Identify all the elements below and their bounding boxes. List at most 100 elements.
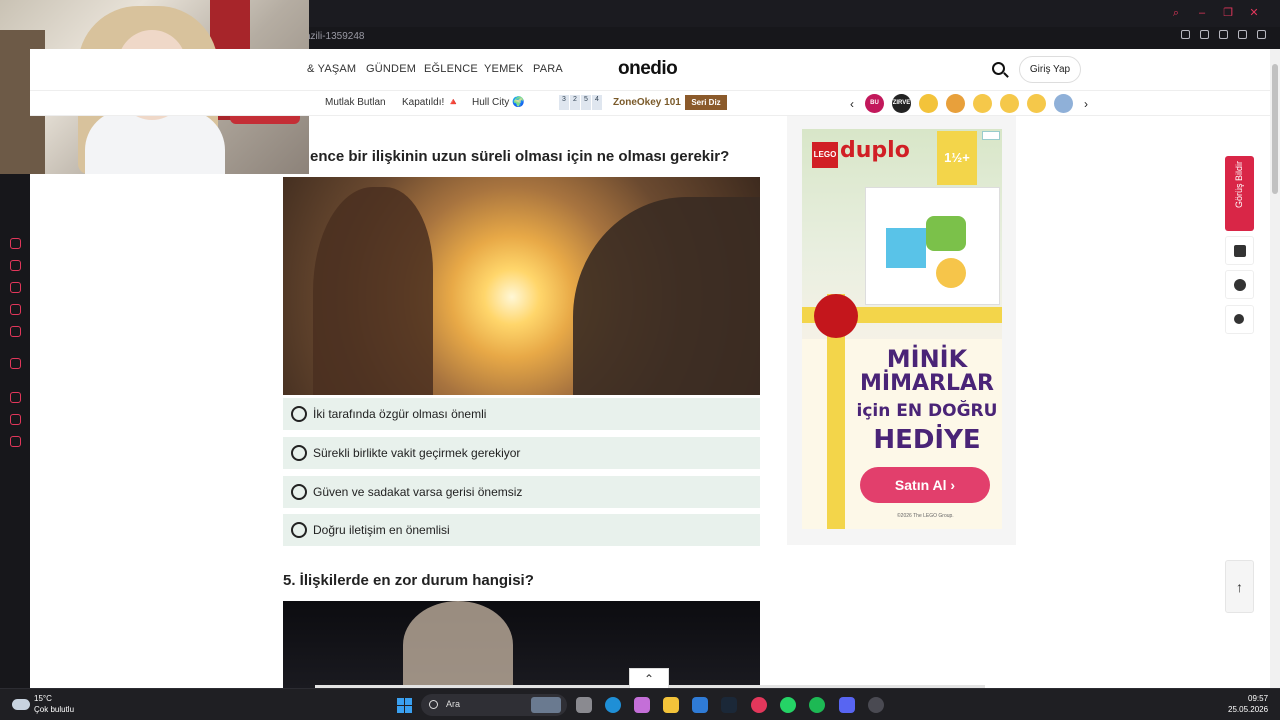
radio-icon[interactable] [291, 484, 307, 500]
search-icon [429, 700, 438, 709]
chevron-right-icon[interactable]: › [1081, 97, 1091, 111]
trending-item[interactable]: Mutlak Butlan [325, 97, 386, 108]
search-icon[interactable]: ⌕ [1170, 7, 1182, 19]
image-figure [403, 601, 513, 689]
taskbar-search[interactable]: Ara [421, 694, 567, 716]
nav-item-yemek[interactable]: YEMEK [484, 63, 524, 75]
sad-emoji-icon[interactable] [1000, 94, 1019, 113]
nav-item-yasam[interactable]: & YAŞAM [307, 63, 356, 75]
answer-option-text: Doğru iletişim en önemlisi [313, 523, 450, 537]
steam-icon[interactable] [721, 697, 737, 713]
edge-icon[interactable] [605, 697, 621, 713]
smile-emoji-icon[interactable] [1027, 94, 1046, 113]
bot-icon[interactable] [10, 282, 21, 293]
refresh-icon[interactable] [10, 260, 21, 271]
zirve-icon[interactable]: ZIRVE MI? [892, 94, 911, 125]
toy-block [926, 216, 966, 251]
pin-icon[interactable] [1181, 30, 1190, 39]
messages-icon[interactable] [10, 238, 21, 249]
clock-date[interactable]: 25.05.2026 [1228, 705, 1268, 714]
radio-icon[interactable] [291, 406, 307, 422]
answer-option[interactable]: İki tarafında özgür olması önemli [283, 398, 760, 430]
screenshot-icon[interactable] [1200, 30, 1209, 39]
feedback-label: Görüş Bildir [1234, 161, 1244, 209]
address-bar[interactable]: yazili-1359248 [300, 28, 1170, 46]
answer-option[interactable]: Doğru iletişim en önemlisi [283, 514, 760, 546]
heart-eyes-emoji-icon[interactable] [973, 94, 992, 113]
seri-diz-badge[interactable]: Seri Diz [685, 95, 727, 110]
lego-duplo-ad[interactable]: LEGO duplo 1½+ MİNİK MİMARLAR için EN DO… [802, 129, 1002, 529]
search-highlight-image [531, 697, 561, 713]
task-view-icon[interactable] [576, 697, 592, 713]
file-explorer-icon[interactable] [663, 697, 679, 713]
player-icon[interactable] [10, 392, 21, 403]
next-question-image [283, 601, 760, 689]
radio-icon[interactable] [291, 522, 307, 538]
search-icon[interactable] [992, 62, 1005, 75]
nav-item-gundem[interactable]: GÜNDEM [366, 63, 416, 75]
trending-item[interactable]: Hull City 🌍 [472, 97, 524, 108]
answer-option[interactable]: Sürekli birlikte vakit geçirmek gerekiyo… [283, 437, 760, 469]
chevron-left-icon[interactable]: ‹ [847, 97, 857, 111]
shield-icon[interactable] [1219, 30, 1228, 39]
close-icon[interactable]: ✕ [1248, 7, 1260, 19]
site-logo[interactable]: onedio [618, 58, 678, 80]
page-scrollbar[interactable] [1270, 49, 1280, 688]
comments-button[interactable] [1225, 270, 1254, 299]
wallet-icon[interactable] [10, 304, 21, 315]
back-to-top-button[interactable]: ↑ [1225, 560, 1254, 613]
trending-item[interactable]: Kapatıldı! 🔺 [402, 97, 459, 108]
extension-icons [1181, 30, 1266, 39]
clock-time[interactable]: 09:57 [1248, 694, 1268, 703]
history-icon[interactable] [10, 414, 21, 425]
bookmark-icon [1234, 245, 1246, 257]
login-button[interactable]: Giriş Yap [1019, 56, 1081, 83]
zone-digit: 3 [559, 95, 569, 110]
duplo-logo: duplo [840, 138, 910, 163]
cookie-emoji-icon[interactable] [946, 94, 965, 113]
whatsapp-icon[interactable] [780, 697, 796, 713]
minimize-icon[interactable]: – [1196, 7, 1208, 19]
store-icon[interactable] [692, 697, 708, 713]
ad-headline: HEDİYE [873, 425, 981, 455]
bookmark-button[interactable] [1225, 236, 1254, 265]
obs-icon[interactable] [868, 697, 884, 713]
share-button[interactable] [1225, 305, 1254, 334]
weather-desc: Çok bulutlu [34, 705, 75, 714]
image-figure-left [313, 187, 433, 395]
twitch-icon[interactable] [10, 358, 21, 369]
age-badge: 1½+ [937, 131, 977, 185]
site-header: & YAŞAM GÜNDEM EĞLENCE YEMEK PARA onedio… [30, 49, 1270, 91]
nav-item-eglence[interactable]: EĞLENCE [424, 63, 478, 75]
glasses-emoji-icon[interactable] [919, 94, 938, 113]
thumbs-up-emoji-icon[interactable] [1054, 94, 1073, 113]
discord-icon[interactable] [839, 697, 855, 713]
ad-headline: MİNİK [886, 345, 968, 373]
toy-block [936, 258, 966, 288]
spotify-icon[interactable] [809, 697, 825, 713]
radio-icon[interactable] [291, 445, 307, 461]
image-figure-right [573, 197, 760, 395]
copilot-icon[interactable] [634, 697, 650, 713]
bu-post-icon[interactable]: BU POST [865, 94, 884, 125]
heart-icon[interactable] [1257, 30, 1266, 39]
trending-bar: Mutlak Butlan Kapatıldı! 🔺 Hull City 🌍 3… [30, 91, 1270, 125]
chevron-up-icon[interactable]: ⌃ [629, 668, 669, 688]
instagram-icon[interactable] [10, 326, 21, 337]
buy-button[interactable]: Satın Al › [860, 467, 990, 503]
windows-start-icon[interactable] [397, 698, 412, 713]
cloud-icon[interactable] [12, 699, 30, 710]
weather-temp: 15°C [34, 694, 52, 703]
zone-okey-link[interactable]: ZoneOkey 101 [613, 97, 681, 108]
scrollbar-thumb[interactable] [1272, 64, 1278, 194]
restore-icon[interactable]: ❐ [1222, 7, 1234, 19]
ad-headline: MİMARLAR [860, 371, 994, 396]
answer-option[interactable]: Güven ve sadakat varsa gerisi önemsiz [283, 476, 760, 508]
nav-item-para[interactable]: PARA [533, 63, 563, 75]
play-icon[interactable] [1238, 30, 1247, 39]
zone-digit: 4 [592, 95, 602, 110]
settings-icon[interactable] [10, 436, 21, 447]
zone-digit: 5 [581, 95, 591, 110]
ad-info-icon[interactable] [982, 131, 1000, 140]
opera-gx-icon[interactable] [751, 697, 767, 713]
